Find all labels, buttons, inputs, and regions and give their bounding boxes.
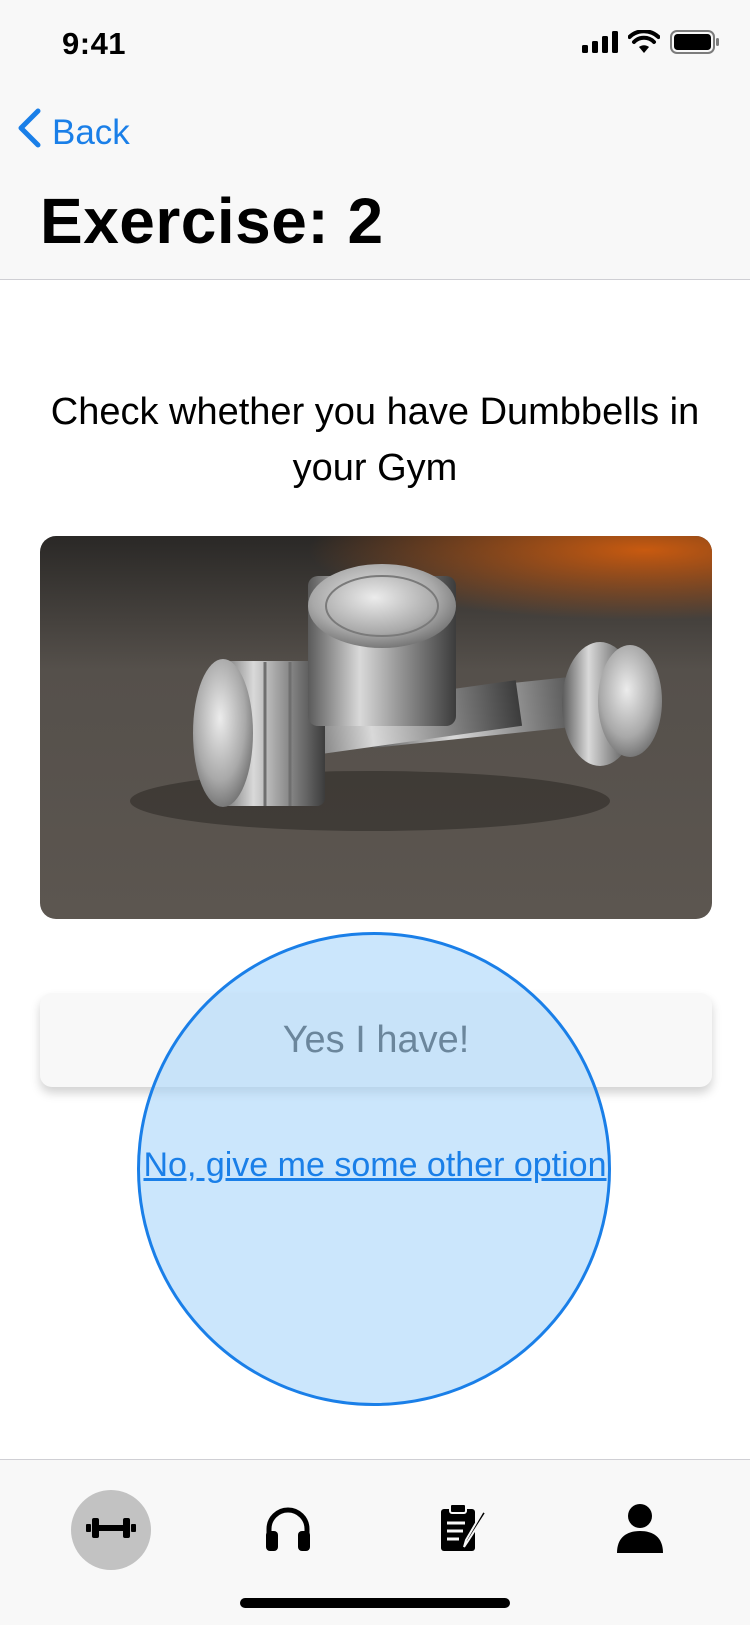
tab-plan[interactable] [424, 1490, 504, 1570]
navigation-bar: 9:41 Back Exercise: 2 [0, 0, 750, 280]
status-icons [582, 29, 720, 59]
tab-workout[interactable] [71, 1490, 151, 1570]
yes-button[interactable]: Yes I have! [40, 993, 712, 1087]
battery-icon [670, 30, 720, 59]
tab-audio[interactable] [248, 1490, 328, 1570]
page-title: Exercise: 2 [40, 185, 384, 257]
other-option-link[interactable]: No, give me some other option [0, 1146, 750, 1185]
wifi-icon [627, 29, 661, 59]
chevron-left-icon [16, 108, 42, 157]
back-label: Back [52, 112, 130, 152]
dumbbells-photo [40, 536, 712, 919]
status-time: 9:41 [62, 26, 127, 61]
person-icon [615, 1503, 665, 1558]
home-indicator [240, 1598, 510, 1608]
cellular-signal-icon [582, 31, 618, 58]
exercise-prompt: Check whether you have Dumbbells in your… [50, 391, 700, 489]
clipboard-edit-icon [439, 1502, 489, 1558]
headphones-icon [263, 1505, 313, 1556]
dumbbell-icon [86, 1515, 136, 1546]
tab-profile[interactable] [600, 1490, 680, 1570]
back-button[interactable]: Back [16, 108, 130, 157]
